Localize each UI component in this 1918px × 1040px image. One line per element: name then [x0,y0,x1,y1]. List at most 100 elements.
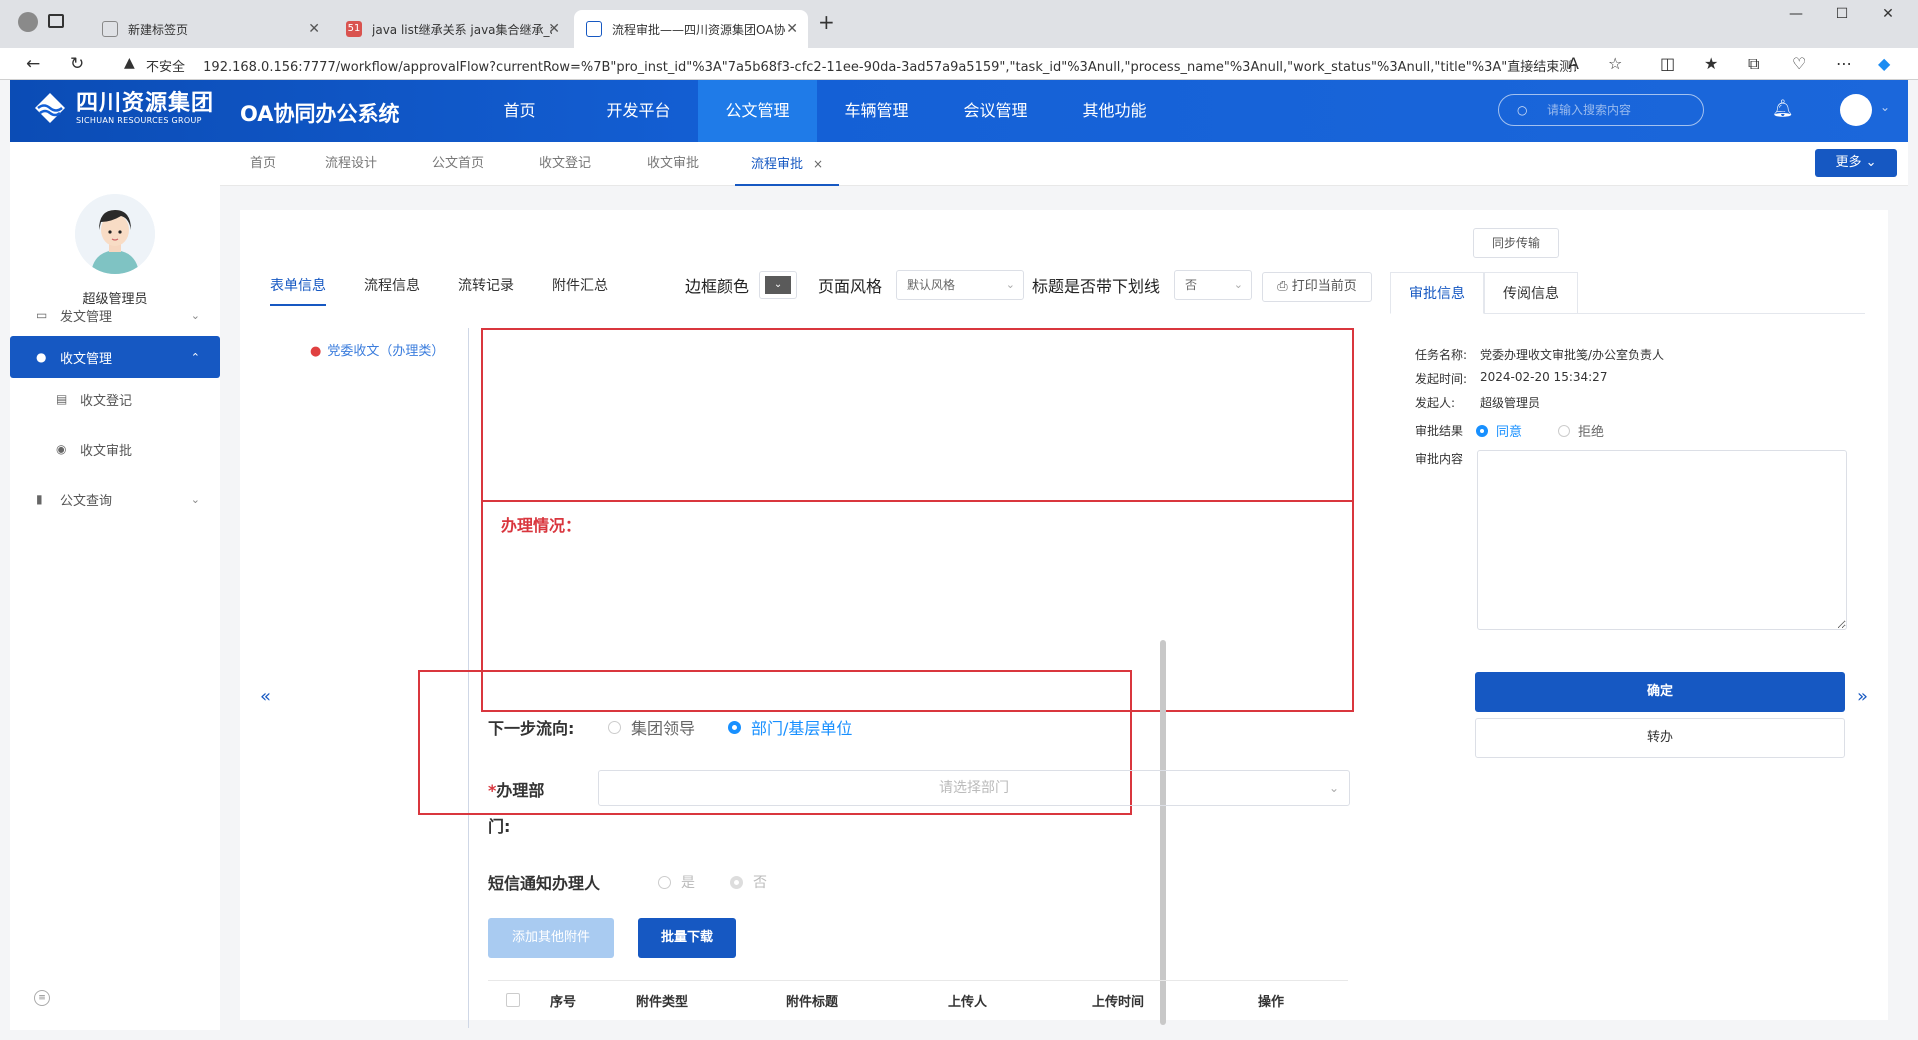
tree-item-party-incoming[interactable]: ● 党委收文（办理类） [310,340,444,359]
refresh-icon[interactable]: ↻ [70,54,84,74]
compass-icon: ◉ [56,442,67,456]
right-tabs: 审批信息 传阅信息 [1390,272,1865,314]
select-all-checkbox[interactable] [506,993,520,1007]
radio-sms-yes[interactable]: 是 [658,872,695,892]
chevron-down-icon: ⌄ [190,308,200,322]
tab-attachments[interactable]: 附件汇总 [552,266,608,306]
border-color-picker[interactable]: ⌄ [759,271,798,299]
form-row-divider [481,500,1354,502]
confirm-button[interactable]: 确定 [1475,672,1845,712]
close-icon[interactable]: × [813,157,823,171]
tab-actions-icon[interactable] [48,14,64,28]
url-field[interactable]: 不安全 192.168.0.156:7777/workflow/approval… [146,56,1576,75]
sidebar-item-incoming-register[interactable]: ▤ 收文登记 [10,374,220,424]
tab-form-info[interactable]: 表单信息 [270,266,326,306]
print-label: 打印当前页 [1291,279,1357,294]
tree-item-label: 党委收文（办理类） [327,344,445,359]
tab-close-icon[interactable]: ✕ [548,21,560,37]
nav-document-management[interactable]: 公文管理 [698,80,817,142]
radio-sms-no[interactable]: 否 [730,872,767,892]
add-attachment-button[interactable]: 添加其他附件 [488,918,614,958]
tab-circulation-info[interactable]: 传阅信息 [1484,272,1578,314]
radio-reject[interactable]: 拒绝 [1558,421,1604,440]
print-button[interactable]: ⎙ 打印当前页 [1262,272,1372,302]
read-aloud-icon[interactable]: A [1568,54,1579,73]
collapse-left-icon[interactable]: « [260,686,271,707]
more-menu-icon[interactable]: ⋯ [1836,54,1852,73]
th-attachment-type: 附件类型 [636,995,689,1010]
underline-select[interactable]: 否 ⌄ [1174,270,1253,300]
newtab-page-icon [102,21,118,37]
nav-home[interactable]: 首页 [460,80,579,142]
task-name-label: 任务名称: [1415,348,1468,362]
th-actions: 操作 [1258,995,1285,1010]
tab-doc-home[interactable]: 公文首页 [432,142,484,186]
nav-meeting-management[interactable]: 会议管理 [936,80,1055,142]
batch-download-button[interactable]: 批量下载 [638,918,736,958]
company-logo[interactable]: 四川资源集团 SICHUAN RESOURCES GROUP [32,90,214,126]
search-input[interactable]: ○ 请输入搜索内容 [1498,94,1704,126]
content-label: 审批内容 [1415,452,1464,466]
profile-icon[interactable] [18,12,38,32]
avatar [75,194,155,274]
browser-tab-java[interactable]: 51 java list继承关系 java集合继承_a ✕ [334,10,570,48]
sidebar-item-document-query[interactable]: ▮ 公文查询 ⌄ [10,474,220,524]
content-card: 同步传输 表单信息 流程信息 流转记录 附件汇总 边框颜色 ⌄ 页面风格 默认风… [240,210,1888,1028]
radio-group-leader[interactable]: 集团领导 [608,715,695,739]
page-style-value: 默认风格 [907,278,956,292]
tab-flow-design[interactable]: 流程设计 [325,142,377,186]
new-tab-button[interactable]: + [818,10,835,34]
warning-icon: ▲ [124,55,135,71]
chevron-down-icon: ⌄ [1328,781,1339,795]
tab-flow-info[interactable]: 流程信息 [364,266,420,306]
tab-close-icon[interactable]: ✕ [308,21,320,37]
user-avatar-top[interactable] [1840,94,1872,126]
browser-tab-newtab[interactable]: 新建标签页 ✕ [90,10,330,48]
collapse-sidebar-icon[interactable]: ≡ [34,990,50,1006]
sidebar-item-outgoing[interactable]: ▭ 发文管理 ⌄ [10,290,220,340]
sidebar-item-incoming[interactable]: ● 收文管理 ⌃ [10,336,220,378]
collections-icon[interactable]: ⧉ [1748,54,1759,74]
chevron-down-icon[interactable]: ⌄ [1880,100,1890,114]
app-header: 四川资源集团 SICHUAN RESOURCES GROUP OA协同办公系统 … [10,80,1908,142]
handling-status-label: 办理情况： [501,516,582,535]
radio-approve[interactable]: 同意 [1476,421,1522,440]
bell-icon[interactable]: 🔔︎ [1772,99,1794,119]
nav-other-functions[interactable]: 其他功能 [1055,80,1174,142]
split-screen-icon[interactable]: ◫ [1660,54,1675,73]
minimize-icon[interactable]: — [1776,6,1816,22]
search-placeholder: 请输入搜索内容 [1547,103,1632,117]
start-time-value: 2024-02-20 15:34:27 [1480,370,1608,384]
form-scrollbar[interactable] [1160,640,1166,1025]
nav-vehicle-management[interactable]: 车辆管理 [817,80,936,142]
radio-dept-unit[interactable]: 部门/基层单位 [728,715,852,739]
favorite-star-icon[interactable]: ☆ [1608,54,1622,73]
tab-incoming-approval[interactable]: 收文审批 [647,142,699,186]
maximize-icon[interactable]: ☐ [1822,6,1862,22]
more-button[interactable]: 更多 ⌄ [1815,149,1897,177]
tab-transfer-records[interactable]: 流转记录 [458,266,514,306]
tab-flow-approval[interactable]: 流程审批 × [735,142,840,186]
tab-home[interactable]: 首页 [250,142,276,186]
tab-incoming-register[interactable]: 收文登记 [539,142,591,186]
sync-transfer-button[interactable]: 同步传输 [1473,228,1559,258]
nav-dev-platform[interactable]: 开发平台 [579,80,698,142]
collapse-right-icon[interactable]: » [1857,686,1868,707]
chevron-down-icon: ⌄ [1233,278,1244,291]
transfer-button[interactable]: 转办 [1475,718,1845,758]
favorites-icon[interactable]: ★ [1704,54,1718,73]
page-style-select[interactable]: 默认风格 ⌄ [896,270,1025,300]
approval-content-textarea[interactable] [1477,450,1847,630]
copilot-icon[interactable]: ◆ [1878,54,1890,73]
back-icon[interactable]: ← [26,54,40,74]
sidebar-item-incoming-approval[interactable]: ◉ 收文审批 [10,424,220,474]
chevron-down-icon: ⌄ [190,492,200,506]
tab-close-icon[interactable]: ✕ [786,21,798,37]
window-close-icon[interactable]: ✕ [1868,6,1908,22]
form-table-border [481,328,1354,712]
browser-tab-oa[interactable]: 流程审批——四川资源集团OA协 ✕ [574,10,808,48]
tab-approval-info[interactable]: 审批信息 [1390,272,1484,314]
browser-essentials-icon[interactable]: ♡ [1792,54,1806,73]
border-color-tool: 边框颜色 ⌄ [685,270,798,300]
dept-select[interactable]: 请选择部门 ⌄ [598,770,1350,806]
